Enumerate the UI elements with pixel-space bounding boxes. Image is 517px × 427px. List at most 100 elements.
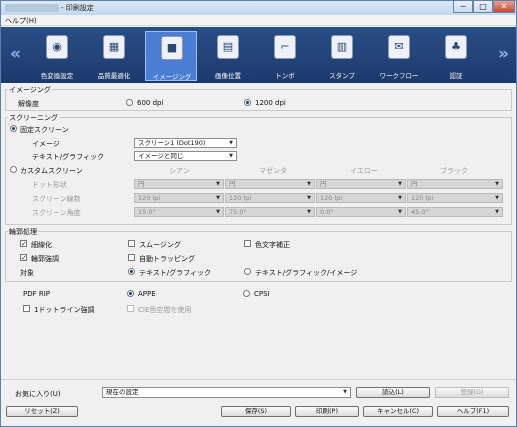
chevron-down-icon: ▼ — [307, 181, 311, 187]
imaging-group: イメージング 解像度 600 dpi 1200 dpi — [5, 85, 512, 111]
register-button: 登録(G) — [435, 387, 509, 398]
toolbar-item-authentication[interactable]: ♣ 認証 — [430, 31, 482, 81]
dot-shape-yellow-select: 円 ▼ — [316, 179, 406, 189]
column-cyan: シアン — [169, 167, 190, 175]
screen-lines-cyan-select: 120 lpi ▼ — [134, 193, 224, 203]
char-color-correction-checkbox[interactable] — [244, 240, 251, 247]
favorites-select[interactable]: 現在の設定 ▼ — [102, 387, 351, 398]
fixed-screen-radio[interactable] — [10, 125, 17, 132]
screen-angle-yellow-select: 0.0° ▼ — [316, 207, 406, 217]
smoothing-label: スムージング — [139, 241, 181, 249]
edge-processing-group: 輪郭処理 ✓ 細線化 スムージング 色文字補正 ✓ 輪郭強調 自動トラッピング … — [5, 227, 512, 282]
color-conversion-icon: ◉ — [46, 35, 68, 59]
screening-group-title: スクリーニング — [8, 113, 59, 123]
select-value: 120 lpi — [138, 194, 161, 202]
column-black: ブラック — [440, 167, 468, 175]
menu-help[interactable]: ヘルプ(H) — [5, 16, 37, 26]
fixed-screen-label: 固定スクリーン — [20, 126, 69, 134]
imaging-icon: ■ — [161, 36, 183, 60]
select-value: 15.0° — [138, 208, 156, 216]
toolbar-item-label: 品質最適化 — [97, 72, 131, 80]
image-screen-label: イメージ — [32, 140, 60, 148]
chevron-down-icon: ▼ — [495, 195, 499, 201]
edge-enhance-checkbox[interactable]: ✓ — [20, 254, 27, 262]
chevron-down-icon: ▼ — [229, 153, 233, 159]
one-dot-line-checkbox[interactable] — [23, 305, 30, 312]
chevron-down-icon: ▼ — [398, 209, 402, 215]
screen-lines-yellow-select: 120 lpi ▼ — [316, 193, 406, 203]
toolbar-item-label: 画像位置 — [215, 72, 241, 80]
chevron-down-icon: ▼ — [307, 195, 311, 201]
cancel-button[interactable]: キャンセル(C) — [363, 406, 433, 417]
target-all-label: テキスト/グラフィック/イメージ — [255, 269, 358, 277]
resolution-label: 解像度 — [18, 100, 39, 108]
edge-processing-group-title: 輪郭処理 — [8, 227, 38, 237]
screening-group: スクリーニング 固定スクリーン イメージ スクリーン1 (Dot190) ▼ テ… — [5, 113, 512, 225]
dot-shape-black-select: 円 ▼ — [407, 179, 503, 189]
select-value: 45.0° — [411, 208, 429, 216]
cie-color-checkbox — [127, 305, 134, 312]
toolbar-item-stamp[interactable]: ▥ スタンプ — [316, 31, 368, 81]
thinning-checkbox[interactable]: ✓ — [20, 240, 27, 248]
pdf-appe-label: APPE — [138, 290, 156, 298]
close-button[interactable]: ✕ — [493, 1, 515, 13]
toolbar-item-crop-marks[interactable]: ⌐ トンボ — [259, 31, 311, 81]
toolbar-item-imaging[interactable]: ■ イメージング — [145, 31, 197, 81]
cie-color-label: CIE色空間を使用 — [138, 306, 192, 314]
scroll-right-icon[interactable]: » — [498, 44, 509, 64]
dot-shape-label: ドット形状 — [32, 181, 67, 189]
image-screen-select[interactable]: スクリーン1 (Dot190) ▼ — [134, 138, 237, 148]
screen-angle-label: スクリーン角度 — [32, 209, 81, 217]
category-toolbar: « » ◉ 色変換設定 ▦ 品質最適化 ■ イメージング ▤ 画像位置 ⌐ トン… — [1, 27, 516, 83]
load-button[interactable]: 読込(L) — [356, 387, 430, 398]
workflow-icon: ✉ — [388, 35, 410, 59]
target-all-radio[interactable] — [244, 268, 251, 275]
resolution-600-label: 600 dpi — [137, 99, 164, 107]
reset-button[interactable]: リセット(Z) — [6, 406, 78, 417]
quality-optimize-icon: ▦ — [103, 35, 125, 59]
column-magenta: マゼンタ — [259, 167, 287, 175]
select-value: 円 — [138, 180, 145, 188]
chevron-down-icon: ▼ — [216, 209, 220, 215]
target-text-graphic-radio[interactable] — [128, 268, 135, 275]
toolbar-item-label: 色変換設定 — [40, 72, 74, 80]
select-value: 120 lpi — [229, 194, 252, 202]
stamp-icon: ▥ — [331, 35, 353, 59]
custom-screen-label: カスタムスクリーン — [20, 167, 83, 175]
toolbar-item-label: トンボ — [275, 72, 295, 80]
text-graphic-screen-value: イメージと同じ — [138, 152, 184, 160]
resolution-1200-radio[interactable] — [244, 99, 251, 106]
app-icon-blurred — [5, 4, 59, 12]
edge-enhance-label: 輪郭強調 — [31, 255, 59, 263]
toolbar-item-workflow[interactable]: ✉ ワークフロー — [373, 31, 425, 81]
toolbar-item-color-conversion[interactable]: ◉ 色変換設定 — [31, 31, 83, 81]
help-button[interactable]: ヘルプ(F1) — [437, 406, 509, 417]
scroll-left-icon[interactable]: « — [10, 44, 21, 64]
text-graphic-screen-label: テキスト/グラフィック — [32, 153, 105, 161]
chevron-down-icon: ▼ — [216, 181, 220, 187]
chevron-down-icon: ▼ — [216, 195, 220, 201]
toolbar-item-label: イメージング — [152, 73, 192, 81]
print-settings-window: - 印刷設定 ─ □ ✕ ヘルプ(H) « » ◉ 色変換設定 ▦ 品質最適化 … — [0, 0, 517, 427]
minimize-button[interactable]: ─ — [453, 1, 473, 13]
screen-angle-magenta-select: 75.0° ▼ — [225, 207, 315, 217]
authentication-icon: ♣ — [445, 35, 467, 59]
save-button[interactable]: 保存(S) — [221, 406, 291, 417]
auto-trapping-checkbox[interactable] — [128, 254, 135, 261]
target-text-graphic-label: テキスト/グラフィック — [139, 269, 212, 277]
toolbar-item-quality-optimize[interactable]: ▦ 品質最適化 — [88, 31, 140, 81]
toolbar-item-image-position[interactable]: ▤ 画像位置 — [202, 31, 254, 81]
custom-screen-radio[interactable] — [10, 166, 17, 173]
print-button[interactable]: 印刷(P) — [295, 406, 359, 417]
resolution-1200-label: 1200 dpi — [255, 99, 286, 107]
dialog-footer: お気に入り(U) 現在の設定 ▼ 読込(L) 登録(G) リセット(Z) 保存(… — [1, 379, 516, 426]
text-graphic-screen-select[interactable]: イメージと同じ ▼ — [134, 151, 237, 161]
char-color-correction-label: 色文字補正 — [255, 241, 290, 249]
pdf-appe-radio[interactable] — [127, 290, 134, 297]
resolution-600-radio[interactable] — [126, 99, 133, 106]
toolbar-item-label: スタンプ — [329, 72, 355, 80]
pdf-cpsi-radio[interactable] — [243, 290, 250, 297]
toolbar-item-label: ワークフロー — [379, 72, 419, 80]
smoothing-checkbox[interactable] — [128, 240, 135, 247]
maximize-button[interactable]: □ — [473, 1, 493, 13]
